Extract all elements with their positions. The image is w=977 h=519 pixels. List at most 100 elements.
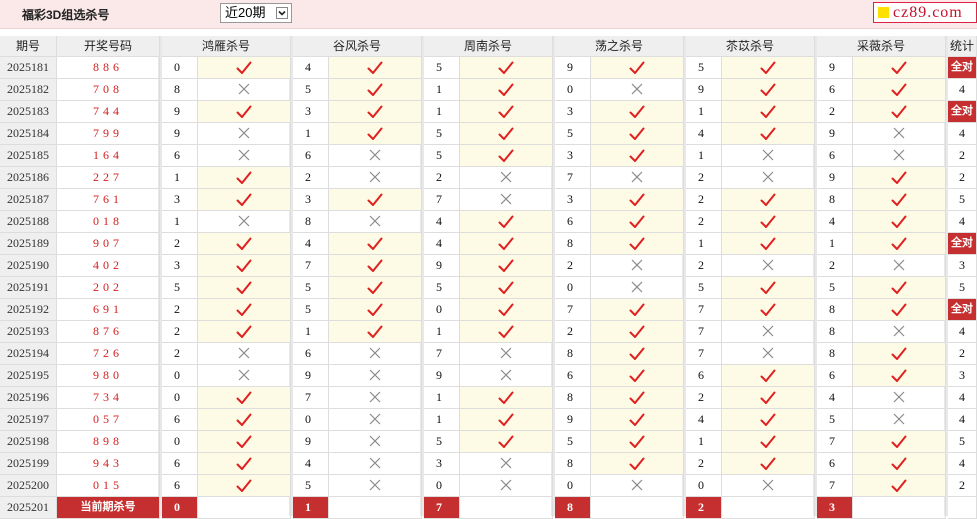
hit-mark	[591, 299, 684, 321]
miss-mark	[198, 145, 291, 167]
kill-number-cell: 6	[817, 365, 853, 387]
logo-text: cz89.com	[893, 4, 963, 21]
period-cell: 2025196	[0, 387, 57, 409]
all-correct-badge: 全对	[948, 299, 977, 321]
stat-cell: 2	[948, 145, 977, 167]
period-cell: 2025183	[0, 101, 57, 123]
yellow-square-icon	[878, 7, 889, 18]
kill-number-cell: 1	[424, 79, 460, 101]
hit-mark	[198, 475, 291, 497]
hit-mark	[198, 387, 291, 409]
kill-number-cell: 5	[686, 277, 722, 299]
stat-cell: 5	[948, 277, 977, 299]
kill-number-cell: 8	[817, 299, 853, 321]
kill-number-cell: 2	[555, 321, 591, 343]
period-cell: 2025197	[0, 409, 57, 431]
kill-number-cell: 2	[686, 167, 722, 189]
hit-mark	[460, 431, 553, 453]
stat-cell: 4	[948, 387, 977, 409]
kill-number-cell: 1	[424, 409, 460, 431]
cross-icon	[631, 259, 643, 271]
cross-icon	[893, 391, 905, 403]
miss-mark	[460, 343, 553, 365]
miss-mark	[460, 167, 553, 189]
period-select[interactable]: 近20期	[220, 3, 292, 23]
check-icon	[760, 237, 776, 250]
kill-number-cell: 6	[555, 365, 591, 387]
kill-number-cell: 6	[162, 409, 198, 431]
check-icon	[236, 457, 252, 470]
hit-mark	[460, 57, 553, 79]
check-icon	[629, 435, 645, 448]
period-select-value: 近20期	[225, 5, 266, 20]
draw-number-cell: 018	[57, 211, 160, 233]
hit-mark	[198, 321, 291, 343]
hit-mark	[460, 299, 553, 321]
header-expert: 谷风杀号	[293, 36, 422, 57]
hit-mark	[460, 387, 553, 409]
check-icon	[236, 259, 252, 272]
miss-mark	[591, 475, 684, 497]
kill-number-cell: 1	[817, 233, 853, 255]
cross-icon	[893, 413, 905, 425]
kill-number-cell: 9	[817, 57, 853, 79]
kill-number-cell: 5	[424, 277, 460, 299]
miss-mark	[853, 123, 946, 145]
hit-mark	[460, 233, 553, 255]
kill-number-cell: 2	[817, 101, 853, 123]
check-icon	[760, 435, 776, 448]
cross-icon	[238, 149, 250, 161]
hit-mark	[329, 101, 422, 123]
check-icon	[498, 391, 514, 404]
site-logo[interactable]: cz89.com	[873, 2, 977, 23]
cross-icon	[893, 259, 905, 271]
kill-number-cell: 6	[162, 453, 198, 475]
hit-mark	[460, 277, 553, 299]
hit-mark	[853, 343, 946, 365]
cross-icon	[631, 281, 643, 293]
check-icon	[760, 413, 776, 426]
miss-mark	[198, 365, 291, 387]
cross-icon	[369, 391, 381, 403]
kill-number-cell: 9	[424, 255, 460, 277]
cross-icon	[238, 347, 250, 359]
period-cell: 2025193	[0, 321, 57, 343]
hit-mark	[853, 167, 946, 189]
check-icon	[629, 457, 645, 470]
hit-mark	[329, 321, 422, 343]
kill-number-cell: 2	[686, 255, 722, 277]
page-title: 福彩3D组选杀号	[22, 8, 110, 22]
hit-mark	[722, 409, 815, 431]
cross-icon	[238, 215, 250, 227]
miss-mark	[722, 255, 815, 277]
kill-number-cell: 4	[293, 453, 329, 475]
cross-icon	[500, 457, 512, 469]
check-icon	[760, 215, 776, 228]
kill-number-cell: 1	[686, 101, 722, 123]
kill-number-cell: 9	[817, 167, 853, 189]
header-expert: 荡之杀号	[555, 36, 684, 57]
kill-number-cell: 7	[293, 255, 329, 277]
check-icon	[629, 127, 645, 140]
kill-number-cell: 0	[162, 387, 198, 409]
kill-number-cell: 5	[424, 145, 460, 167]
draw-number-cell: 402	[57, 255, 160, 277]
check-icon	[891, 105, 907, 118]
cross-icon	[893, 149, 905, 161]
kill-number-cell: 9	[555, 409, 591, 431]
hit-mark	[460, 145, 553, 167]
miss-mark	[329, 387, 422, 409]
check-icon	[629, 391, 645, 404]
stat-cell: 4	[948, 409, 977, 431]
hit-mark	[722, 387, 815, 409]
check-icon	[760, 391, 776, 404]
stat-cell: 3	[948, 255, 977, 277]
hit-mark	[853, 299, 946, 321]
kill-number-cell: 6	[817, 453, 853, 475]
miss-mark	[853, 321, 946, 343]
hit-mark	[591, 321, 684, 343]
hit-mark	[591, 145, 684, 167]
check-icon	[498, 413, 514, 426]
kill-number-cell: 1	[686, 145, 722, 167]
hit-mark	[722, 123, 815, 145]
